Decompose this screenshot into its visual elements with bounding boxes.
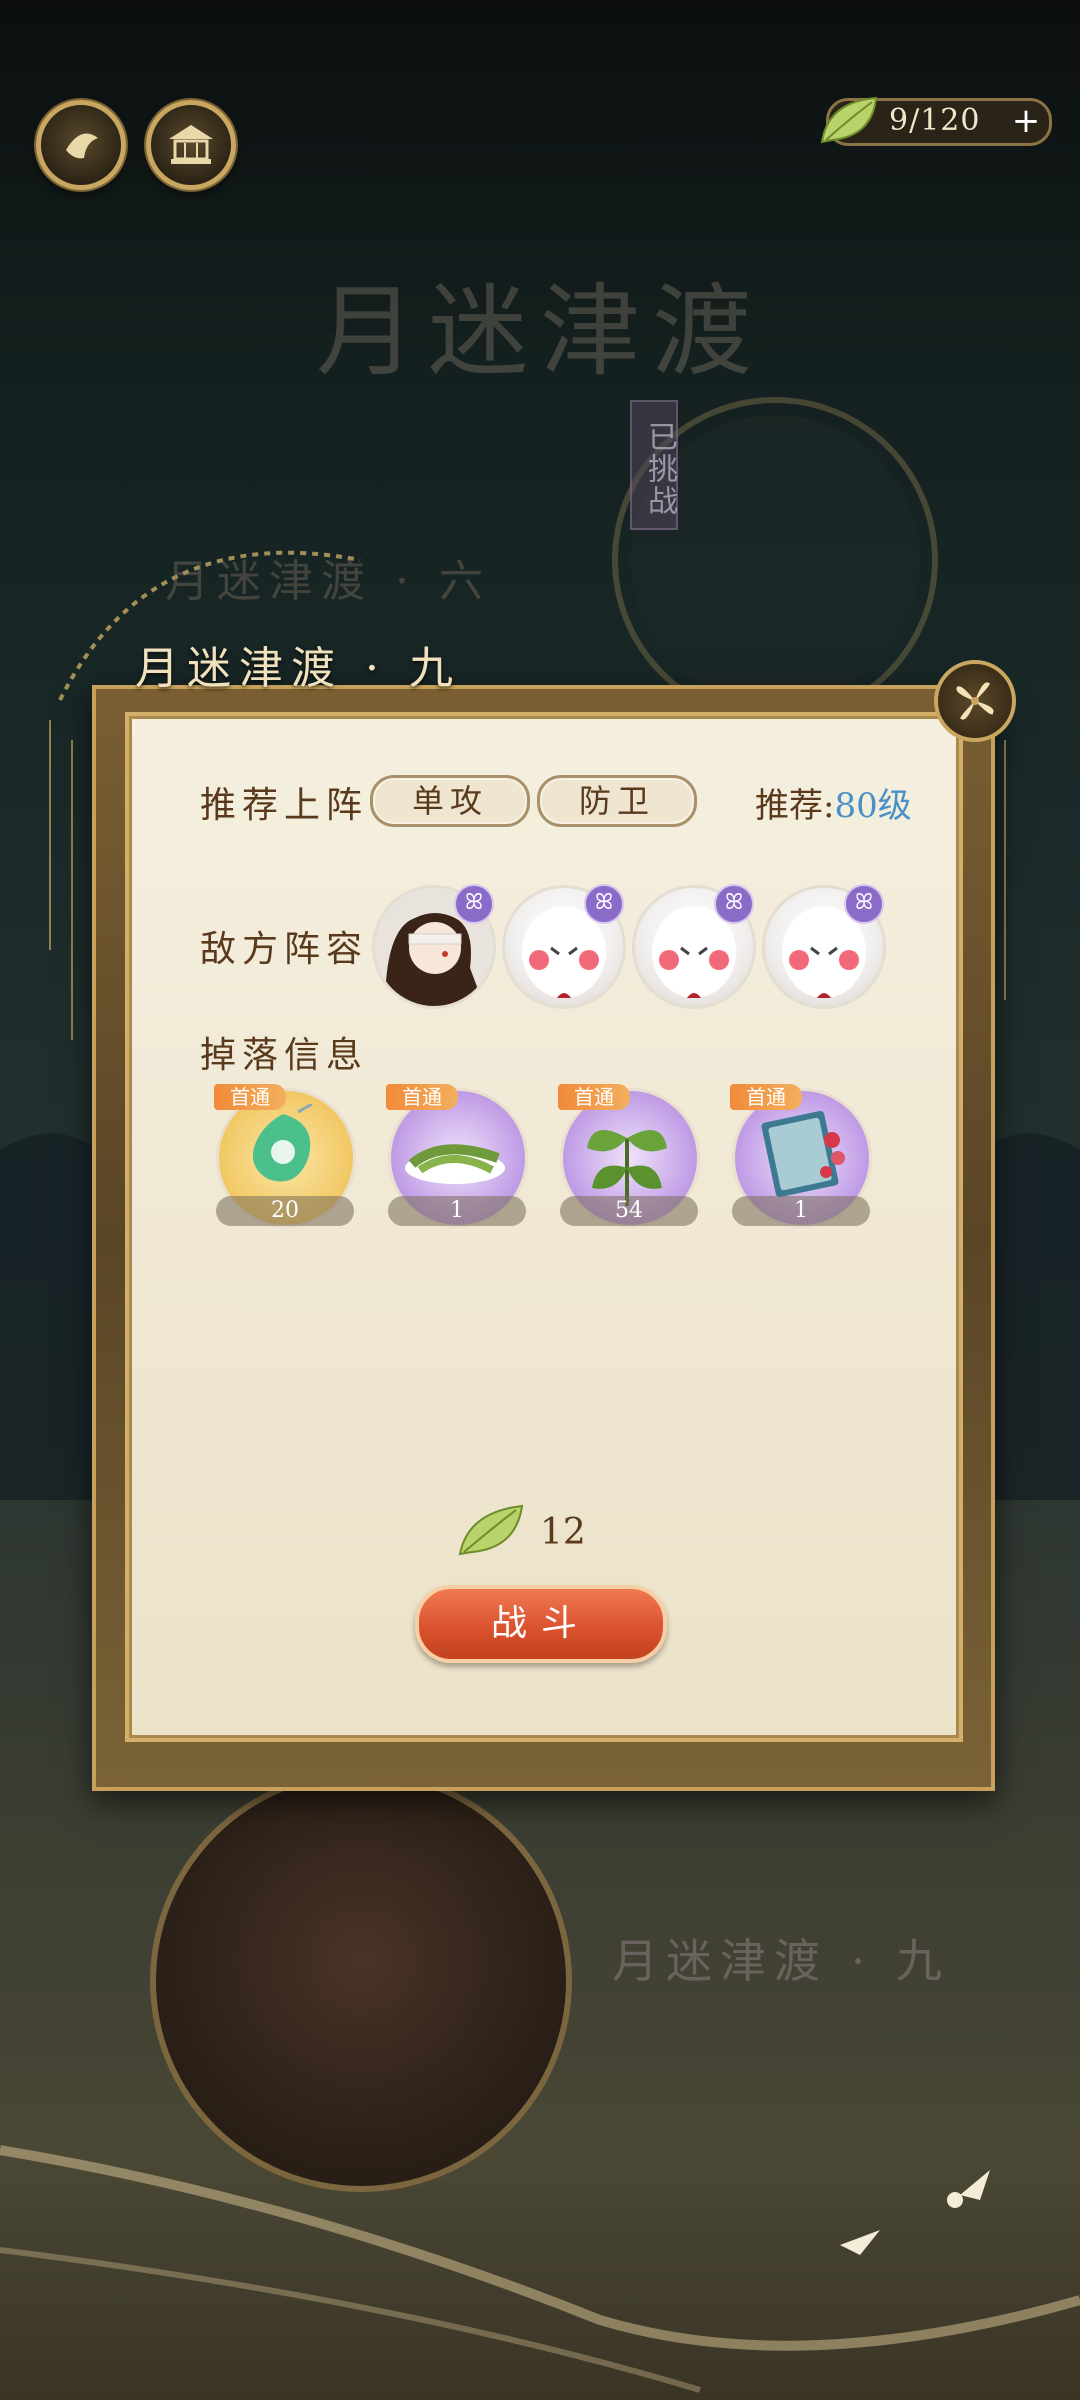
green-jade-pendant-icon	[252, 1104, 313, 1182]
enemy-label: 敌方阵容	[200, 929, 369, 970]
battle-button[interactable]: 战斗	[415, 1585, 667, 1663]
herb-plant-icon	[587, 1130, 667, 1206]
pavilion-button[interactable]	[146, 100, 236, 190]
stamina-leaf-icon	[458, 1504, 524, 1556]
first-clear-tag: 首通	[214, 1084, 286, 1110]
role-tag-defense: 防卫	[537, 775, 697, 827]
pavilion-icon	[169, 125, 213, 164]
enemy-element-badge-icon: ꕤ	[714, 884, 754, 924]
recommended-label: 推荐上阵	[200, 785, 369, 826]
drops-label: 掉落信息	[200, 1035, 369, 1076]
drop-item[interactable]: 首通 20	[208, 1078, 358, 1228]
drop-item[interactable]: 首通 54	[552, 1078, 702, 1228]
role-tag-single-attack: 单攻	[370, 775, 530, 827]
recommend-level: 推荐:80级	[755, 778, 912, 827]
prev-stage-label[interactable]: 月迷津渡 · 六	[165, 545, 491, 609]
challenged-tag: 已挑战	[630, 400, 678, 530]
stamina-value: 9/120	[889, 103, 981, 138]
chapter-title: 月迷津渡	[316, 273, 764, 390]
drop-item[interactable]: 首通 1	[724, 1078, 874, 1228]
tea-leaves-icon	[405, 1144, 505, 1184]
stage-title: 月迷津渡 · 九	[135, 643, 461, 694]
close-flower-icon	[956, 682, 994, 720]
moon-leaf-button[interactable]	[36, 100, 126, 190]
enemy-element-badge-icon: ꕤ	[584, 884, 624, 924]
first-clear-tag: 首通	[558, 1084, 630, 1110]
battle-cost: 12	[540, 1512, 586, 1553]
bottom-stage-node[interactable]	[150, 1770, 572, 2192]
stamina-leaf-icon	[820, 96, 878, 144]
drop-count: 54	[560, 1196, 698, 1226]
enemy-element-badge-icon: ꕤ	[844, 884, 884, 924]
first-clear-tag: 首通	[730, 1084, 802, 1110]
leaf-moon-icon	[66, 133, 98, 159]
recommend-prefix: 推荐:	[755, 786, 835, 826]
drop-count: 20	[216, 1196, 354, 1226]
recommend-level-value: 80级	[834, 786, 912, 826]
add-stamina-button[interactable]: +	[1009, 104, 1043, 139]
enemy-element-badge-icon: ꕤ	[454, 884, 494, 924]
drop-count: 1	[388, 1196, 526, 1226]
bottom-stage-label[interactable]: 月迷津渡 · 九	[612, 1925, 950, 1991]
first-clear-tag: 首通	[386, 1084, 458, 1110]
drop-count: 1	[732, 1196, 870, 1226]
close-button[interactable]	[934, 660, 1016, 742]
drop-item[interactable]: 首通 1	[380, 1078, 530, 1228]
book-with-flowers-icon	[761, 1110, 845, 1198]
